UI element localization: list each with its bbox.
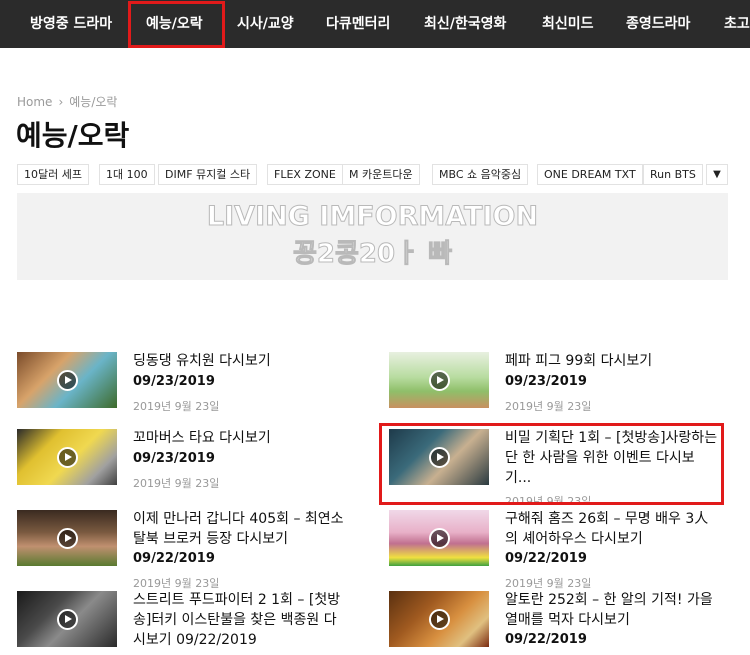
breadcrumb-current: 예능/오락 — [69, 95, 118, 109]
play-icon — [57, 370, 78, 391]
nav-item-ended-drama[interactable]: 종영드라마 — [626, 0, 690, 48]
post-thumbnail[interactable] — [389, 591, 489, 647]
nav-item-current-affairs[interactable]: 시사/교양 — [237, 0, 294, 48]
page-title: 예능/오락 — [16, 119, 130, 152]
tags-expand-button[interactable]: ▼ — [706, 164, 728, 185]
post-thumbnail[interactable] — [17, 510, 117, 566]
post-date-bold: 09/22/2019 — [505, 551, 587, 566]
banner-text-line1: LIVING IMFORMATION — [206, 201, 539, 233]
post-title[interactable]: 구해줘 홈즈 26회 – 무명 배우 3人의 셰어하우스 다시보기 — [505, 509, 720, 549]
post-date: 2019년 9월 23일 — [133, 577, 220, 590]
post-title[interactable]: 꼬마버스 타요 다시보기 — [133, 428, 348, 448]
breadcrumb-home-link[interactable]: Home — [17, 95, 52, 109]
play-icon — [57, 528, 78, 549]
active-nav-highlight — [128, 1, 225, 48]
nav-item-more[interactable]: 초고 — [724, 0, 750, 48]
tag-item[interactable]: DIMF 뮤지컬 스타 — [158, 164, 258, 185]
post-date: 2019년 9월 23일 — [133, 400, 220, 413]
post-thumbnail[interactable] — [17, 591, 117, 647]
post-thumbnail[interactable] — [389, 510, 489, 566]
post-thumbnail[interactable] — [17, 429, 117, 485]
play-icon — [429, 609, 450, 630]
nav-item-documentary[interactable]: 다큐멘터리 — [326, 0, 390, 48]
top-navigation: 방영중 드라마 예능/오락 시사/교양 다큐멘터리 최신/한국영화 최신미드 종… — [0, 0, 750, 48]
tag-item[interactable]: FLEX ZONE — [267, 164, 343, 185]
post-date-bold: 09/22/2019 — [505, 632, 587, 647]
post-title[interactable]: 이제 만나러 갑니다 405회 – 최연소 탈북 브로커 등장 다시보기 — [133, 509, 348, 549]
play-icon — [57, 447, 78, 468]
post-date: 2019년 9월 23일 — [505, 577, 592, 590]
post-thumbnail[interactable] — [17, 352, 117, 408]
post-title[interactable]: 페파 피그 99회 다시보기 — [505, 351, 720, 371]
post-date-bold: 09/22/2019 — [133, 551, 215, 566]
nav-item-movies[interactable]: 최신/한국영화 — [424, 0, 506, 48]
post-title[interactable]: 알토란 252회 – 한 알의 기적! 가을 열매를 먹자 다시보기 — [505, 590, 720, 630]
post-title[interactable]: 딩동댕 유치원 다시보기 — [133, 351, 348, 371]
post-date: 2019년 9월 23일 — [133, 477, 220, 490]
tag-item[interactable]: MBC 쇼 음악중심 — [432, 164, 529, 185]
tag-item[interactable]: Run BTS — [643, 164, 703, 185]
tag-item[interactable]: 10달러 세프 — [17, 164, 89, 185]
highlight-box — [379, 423, 724, 505]
post-date-bold: 09/23/2019 — [133, 451, 215, 466]
play-icon — [429, 370, 450, 391]
play-icon — [57, 609, 78, 630]
post-date-bold: 09/23/2019 — [133, 374, 215, 389]
breadcrumb: Home › 예능/오락 — [17, 93, 117, 110]
post-thumbnail[interactable] — [389, 352, 489, 408]
nav-item-airing-drama[interactable]: 방영중 드라마 — [30, 0, 112, 48]
tag-item[interactable]: M 카운트다운 — [342, 164, 420, 185]
banner-text-line2: 꽁2콩20ㅏ 빠 — [292, 239, 452, 270]
tag-item[interactable]: 1대 100 — [99, 164, 155, 185]
post-date: 2019년 9월 23일 — [505, 400, 592, 413]
tag-item[interactable]: ONE DREAM TXT — [537, 164, 643, 185]
chevron-down-icon: ▼ — [713, 169, 721, 180]
play-icon — [429, 528, 450, 549]
post-title[interactable]: 스트리트 푸드파이터 2 1회 – [첫방송]터키 이스탄불을 찾은 백종원 다… — [133, 590, 348, 650]
breadcrumb-separator: › — [58, 95, 64, 109]
nav-item-us-drama[interactable]: 최신미드 — [542, 0, 594, 48]
post-date-bold: 09/23/2019 — [505, 374, 587, 389]
banner-ad[interactable]: LIVING IMFORMATION 꽁2콩20ㅏ 빠 — [17, 193, 728, 280]
